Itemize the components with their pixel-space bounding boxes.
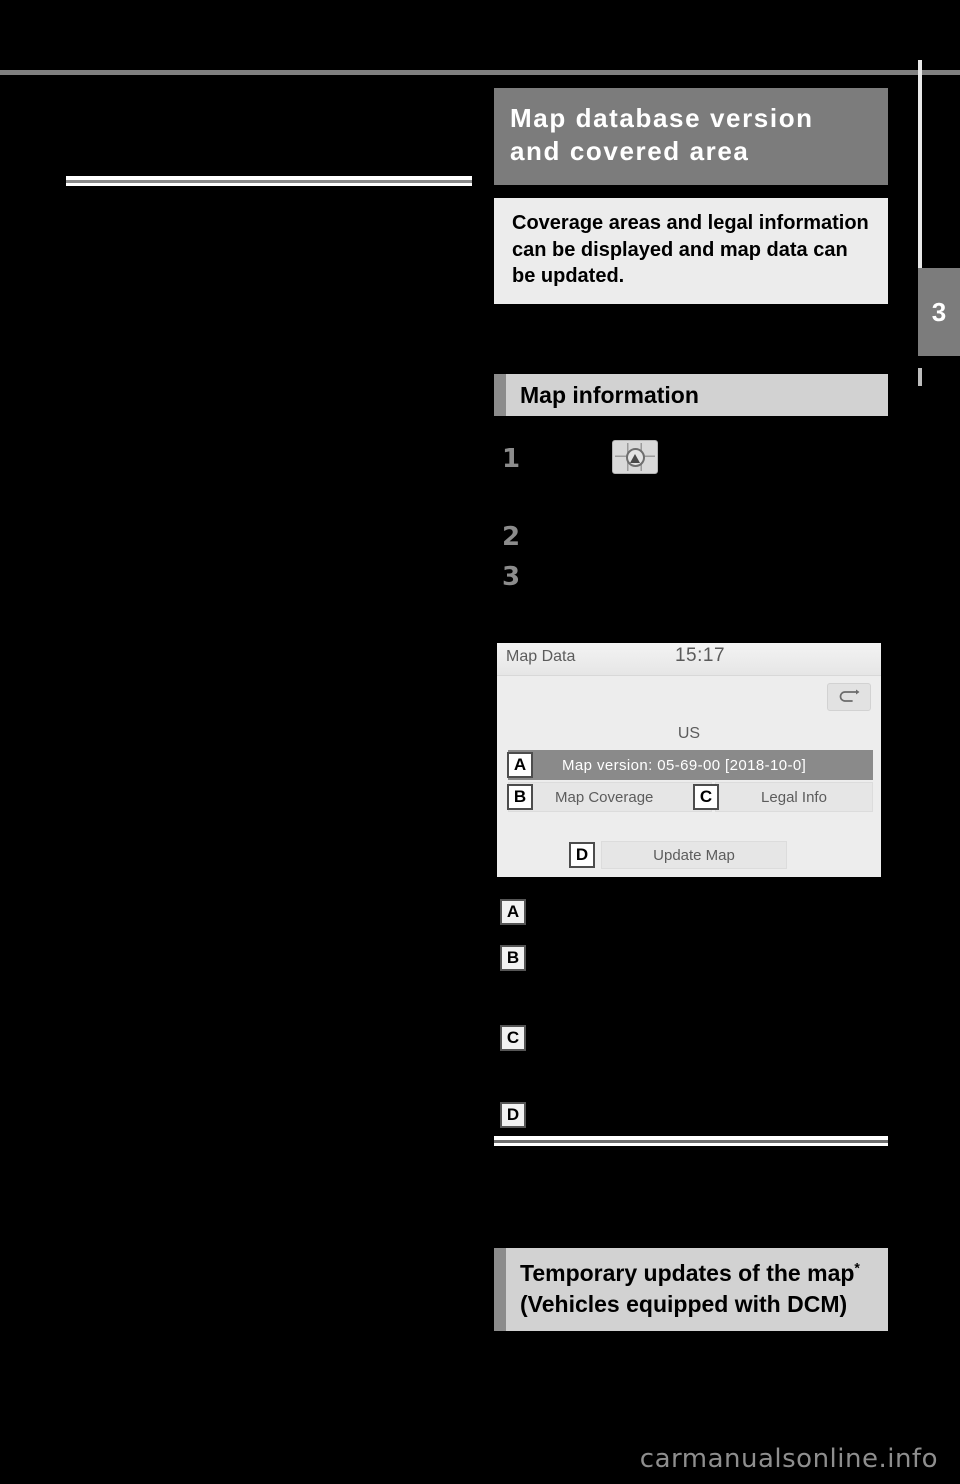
screenshot-button-row: Map Coverage Legal Info — [508, 782, 873, 812]
callout-a-overlay: A — [507, 752, 533, 778]
screenshot-region-label: US — [677, 725, 701, 742]
callout-c-overlay: C — [693, 784, 719, 810]
map-compass-arrow — [630, 453, 640, 463]
callout-item-b-text — [534, 940, 888, 1020]
callout-item-d-text — [534, 1097, 888, 1133]
site-watermark: carmanualsonline.info — [639, 1444, 938, 1474]
step-1-text — [530, 438, 610, 472]
screenshot-clock: 15:17 — [674, 645, 726, 666]
bottom-section-heading: Temporary updates of the map* (Vehicles … — [494, 1248, 888, 1332]
section-title-band: Map database version and covered area — [494, 88, 888, 185]
footnote-marker: * — [854, 1259, 860, 1276]
page-title: Map database version and covered area — [510, 103, 814, 167]
step-number-2: 2 — [502, 522, 521, 552]
page-top-rule — [0, 70, 960, 75]
callout-item-c-marker: C — [500, 1025, 526, 1051]
bottom-note-text — [494, 1150, 888, 1246]
page-edge-strip-lower — [918, 368, 922, 386]
subsection-heading: Map information — [494, 374, 888, 416]
bottom-title-part2: (Vehicles equipped with DCM) — [520, 1290, 848, 1317]
screenshot-app-title: Map Data — [506, 648, 576, 665]
bottom-title-part1: Temporary updates of the map — [520, 1260, 855, 1286]
back-button[interactable] — [827, 683, 871, 711]
step-1-text-cont — [662, 438, 888, 522]
subsection-title: Map information — [520, 381, 699, 408]
manual-page: 3 Map database version and covered area … — [0, 0, 960, 1484]
callout-item-a-text — [534, 894, 888, 930]
left-column — [66, 110, 472, 1390]
note-divider-rule — [66, 176, 472, 186]
page-edge-strip — [918, 60, 922, 300]
chapter-tab: 3 — [918, 268, 960, 356]
callout-item-a-marker: A — [500, 899, 526, 925]
map-version-row[interactable]: Map version: 05-69-00 [2018-10-0] — [508, 750, 873, 780]
device-screenshot: Map Data 15:17 US Map version: 05-69-00 … — [494, 640, 884, 880]
section-lead-block: Coverage areas and legal information can… — [494, 198, 888, 304]
right-column: Map database version and covered area Co… — [494, 88, 888, 1388]
map-coverage-button[interactable]: Map Coverage — [508, 782, 712, 812]
callout-item-b-marker: B — [500, 945, 526, 971]
map-menu-icon — [612, 440, 658, 474]
step-3-text — [530, 558, 888, 628]
bottom-note-rule — [494, 1136, 888, 1146]
step-2-text — [530, 518, 888, 554]
chapter-tab-number: 3 — [931, 297, 947, 327]
legal-info-button[interactable]: Legal Info — [715, 782, 873, 812]
callout-item-c-text — [534, 1020, 888, 1100]
callout-d-overlay: D — [569, 842, 595, 868]
back-arrow-icon — [839, 689, 860, 702]
step-number-1: 1 — [502, 444, 521, 474]
map-version-text: Map version: 05-69-00 [2018-10-0] — [562, 756, 807, 774]
bottom-section-title: Temporary updates of the map* (Vehicles … — [520, 1258, 876, 1319]
step-number-3: 3 — [502, 562, 521, 592]
callout-b-overlay: B — [507, 784, 533, 810]
left-column-body-text — [66, 194, 472, 1374]
update-map-button[interactable]: Update Map — [601, 841, 787, 869]
section-lead-text: Coverage areas and legal information can… — [512, 212, 869, 288]
callout-item-d-marker: D — [500, 1102, 526, 1128]
